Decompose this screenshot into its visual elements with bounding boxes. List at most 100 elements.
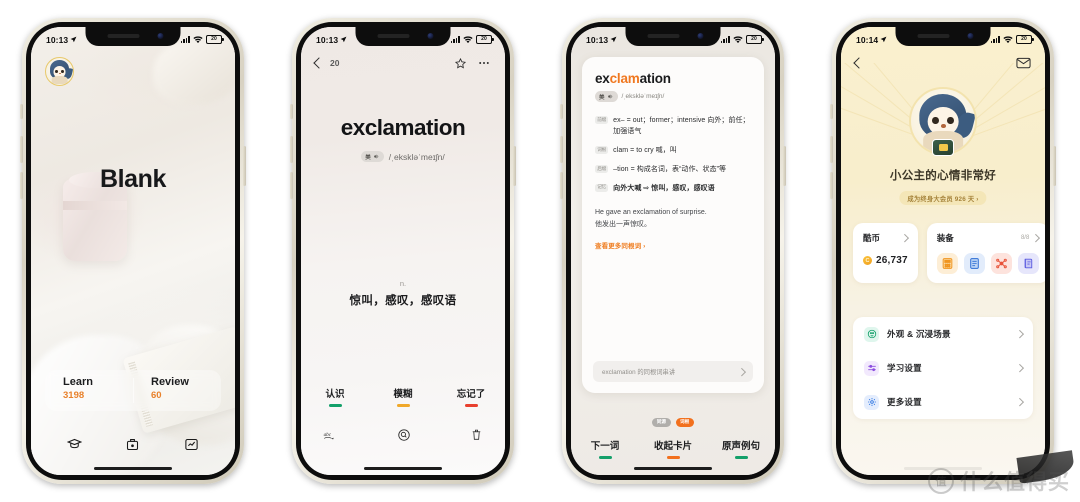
trash-icon[interactable] xyxy=(470,428,483,442)
status-time: 10:13 xyxy=(46,34,69,45)
vip-badge[interactable]: 成为终身大会员 926 天 › xyxy=(899,191,987,205)
power-button[interactable] xyxy=(783,146,786,186)
wifi-icon xyxy=(463,35,473,43)
phone-screen-word-detail: 10:13 20 exclamation 美 /ˌekskləˈmeɪʃn/ 前… xyxy=(571,27,775,475)
back-arrow-icon[interactable] xyxy=(313,57,325,69)
mute-switch[interactable] xyxy=(20,104,23,119)
pill-tag[interactable]: 同源 xyxy=(652,418,671,427)
menu-item-label: 更多设置 xyxy=(887,397,922,407)
related-words-card[interactable]: exclamation 的同根词串讲 xyxy=(593,361,753,382)
battery-icon: 20 xyxy=(746,34,764,45)
phonetic-text: /ˌekskləˈmeɪʃn/ xyxy=(621,93,665,100)
avatar[interactable] xyxy=(45,57,74,86)
notch xyxy=(895,27,991,46)
volume-up-button[interactable] xyxy=(20,136,23,163)
accent-badge[interactable]: 美 xyxy=(595,91,618,102)
morpheme-text: ex– = out；former；intensive 向外；前任；加强语气 xyxy=(613,117,750,136)
stat-value: 60 xyxy=(151,389,162,401)
stat-value: 3198 xyxy=(63,389,85,401)
action-indicator xyxy=(734,456,748,459)
power-button[interactable] xyxy=(243,146,246,186)
action-next-word[interactable]: 下一词 xyxy=(571,438,639,459)
stat-label: Review xyxy=(151,376,189,388)
tool-bar-word-card: abc xyxy=(301,422,505,448)
morpheme-row: 后缀 –tion = 构成名词，表“动作、状态”等 xyxy=(595,164,751,175)
chart-trend-icon[interactable] xyxy=(184,437,199,452)
menu-item-label: 学习设置 xyxy=(887,363,922,373)
action-indicator xyxy=(464,404,478,407)
mute-switch[interactable] xyxy=(830,104,833,119)
menu-item-more-settings[interactable]: 更多设置 xyxy=(853,385,1033,419)
example-chinese: 他发出一声惊叹。 xyxy=(595,221,651,229)
signal-icon xyxy=(720,36,730,43)
wifi-icon xyxy=(733,35,743,43)
action-label: 下一词 xyxy=(590,441,620,453)
tab-bar-home xyxy=(31,431,235,457)
volume-down-button[interactable] xyxy=(830,172,833,199)
volume-down-button[interactable] xyxy=(20,172,23,199)
volume-down-button[interactable] xyxy=(290,172,293,199)
stat-label: Learn xyxy=(63,376,93,388)
notebook-gear-icon[interactable] xyxy=(963,253,985,274)
action-know[interactable]: 认识 xyxy=(301,386,369,407)
mute-switch[interactable] xyxy=(290,104,293,119)
accent-label: 美 xyxy=(599,94,605,101)
power-button[interactable] xyxy=(1053,146,1056,186)
notch xyxy=(85,27,181,46)
power-button[interactable] xyxy=(513,146,516,186)
menu-item-appearance[interactable]: 外观 & 沉浸场景 xyxy=(853,317,1033,351)
star-icon[interactable] xyxy=(454,57,467,70)
battery-icon: 20 xyxy=(206,34,224,45)
search-icon[interactable] xyxy=(397,428,411,442)
gear-card-title: 装备 xyxy=(936,233,954,243)
gear-card[interactable]: 装备 8/8 xyxy=(926,223,1045,283)
morpheme-tag: 后缀 xyxy=(595,164,609,173)
signal-icon xyxy=(450,36,460,43)
graduation-cap-icon[interactable] xyxy=(66,437,82,452)
action-indicator xyxy=(396,404,410,407)
menu-item-study-settings[interactable]: 学习设置 xyxy=(853,351,1033,385)
action-forgot[interactable]: 忘记了 xyxy=(437,386,505,407)
volume-up-button[interactable] xyxy=(560,136,563,163)
volume-up-button[interactable] xyxy=(830,136,833,163)
nav-bar-word-card: 20 xyxy=(301,49,505,77)
phone-profile: 10:14 20 小公主的心情非常好 成为终身大会员 926 天 › 酷币 C … xyxy=(830,18,1056,484)
volume-up-button[interactable] xyxy=(290,136,293,163)
coin-card[interactable]: 酷币 C 26,737 xyxy=(853,223,918,283)
more-words-link[interactable]: 查看更多同根词 › xyxy=(595,240,751,250)
calculator-gear-icon[interactable] xyxy=(936,253,958,274)
coin-card-title: 酷币 xyxy=(863,233,881,243)
more-icon[interactable] xyxy=(477,56,491,70)
gear-icon xyxy=(864,394,879,410)
network-gear-icon[interactable] xyxy=(990,253,1012,274)
speaker-icon xyxy=(373,154,378,159)
back-arrow-icon[interactable] xyxy=(853,57,865,69)
stat-learn[interactable]: Learn 3198 xyxy=(45,370,133,411)
accent-badge[interactable]: 美 xyxy=(361,151,384,162)
home-indicator xyxy=(364,466,442,470)
pronunciation-row[interactable]: 美 /ˌekskləˈmeɪʃn/ xyxy=(595,91,751,102)
morpheme-text: clam = to cry 喊，叫 xyxy=(613,147,677,155)
tag-pills: 同源 词根 xyxy=(571,418,775,427)
phonetic-text: /ˌekskləˈmeɪʃn/ xyxy=(388,151,445,162)
detail-actions: 下一词 收起卡片 原声例句 xyxy=(571,438,775,459)
abc-spell-icon[interactable]: abc xyxy=(323,429,338,442)
archive-box-icon[interactable] xyxy=(125,437,140,452)
volume-down-button[interactable] xyxy=(560,172,563,199)
status-time: 10:13 xyxy=(586,34,609,45)
action-collapse-card[interactable]: 收起卡片 xyxy=(639,438,707,459)
stat-review[interactable]: Review 60 xyxy=(133,370,221,411)
level-badge xyxy=(932,139,954,156)
action-audio-example[interactable]: 原声例句 xyxy=(707,438,775,459)
pronunciation-row[interactable]: 美 /ˌekskləˈmeɪʃn/ xyxy=(301,151,505,162)
word-prefix: ex xyxy=(595,71,610,86)
dictionary-gear-icon[interactable] xyxy=(1017,253,1039,274)
action-label: 忘记了 xyxy=(456,389,486,401)
phone-screen-word-card: 10:13 20 20 exclamation 美 /ˌekskləˈmeɪʃn… xyxy=(301,27,505,475)
mail-icon[interactable] xyxy=(1016,57,1031,69)
action-vague[interactable]: 模糊 xyxy=(369,386,437,407)
mute-switch[interactable] xyxy=(560,104,563,119)
pill-tag[interactable]: 词根 xyxy=(675,418,694,427)
chevron-right-icon xyxy=(901,234,909,242)
accent-label: 美 xyxy=(365,154,371,161)
